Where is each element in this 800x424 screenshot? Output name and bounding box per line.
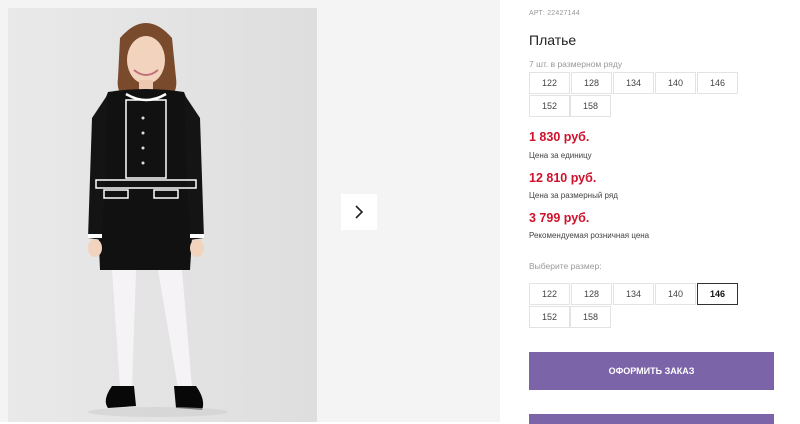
pack-size-cell: 128 bbox=[571, 72, 612, 94]
product-title: Платье bbox=[529, 32, 577, 48]
pack-size-note: 7 шт. в размерном ряду bbox=[529, 59, 623, 69]
next-image-button[interactable] bbox=[341, 194, 377, 230]
pack-size-cell: 146 bbox=[697, 72, 738, 94]
size-picker: 122 128 134 140 146 152 158 bbox=[529, 283, 779, 329]
size-option[interactable]: 134 bbox=[613, 283, 654, 305]
unit-price-label: Цена за единицу bbox=[529, 151, 592, 160]
size-option[interactable]: 128 bbox=[571, 283, 612, 305]
size-option[interactable]: 152 bbox=[529, 306, 570, 328]
size-option[interactable]: 158 bbox=[570, 306, 611, 328]
retail-price: 3 799 руб. bbox=[529, 211, 590, 225]
pack-price: 12 810 руб. bbox=[529, 171, 597, 185]
size-picker-label: Выберите размер: bbox=[529, 261, 602, 271]
product-gallery bbox=[0, 0, 500, 422]
article-number: АРТ: 22427144 bbox=[529, 10, 580, 17]
order-button[interactable]: ОФОРМИТЬ ЗАКАЗ bbox=[529, 352, 774, 390]
unit-price: 1 830 руб. bbox=[529, 130, 590, 144]
size-option[interactable]: 140 bbox=[655, 283, 696, 305]
pack-size-cell: 140 bbox=[655, 72, 696, 94]
product-photo[interactable] bbox=[8, 8, 317, 422]
pack-size-cell: 122 bbox=[529, 72, 570, 94]
pack-size-grid: 122 128 134 140 146 152 158 bbox=[529, 72, 779, 118]
pack-size-cell: 134 bbox=[613, 72, 654, 94]
pack-size-cell: 152 bbox=[529, 95, 570, 117]
retail-price-label: Рекомендуемая розничная цена bbox=[529, 231, 650, 240]
pack-size-cell: 158 bbox=[570, 95, 611, 117]
size-option[interactable]: 122 bbox=[529, 283, 570, 305]
size-option[interactable]: 146 bbox=[697, 283, 738, 305]
pack-price-label: Цена за размерный ряд bbox=[529, 191, 618, 200]
girl-in-dress-image bbox=[8, 8, 317, 422]
secondary-button[interactable] bbox=[529, 414, 774, 424]
chevron-right-icon bbox=[355, 205, 364, 219]
